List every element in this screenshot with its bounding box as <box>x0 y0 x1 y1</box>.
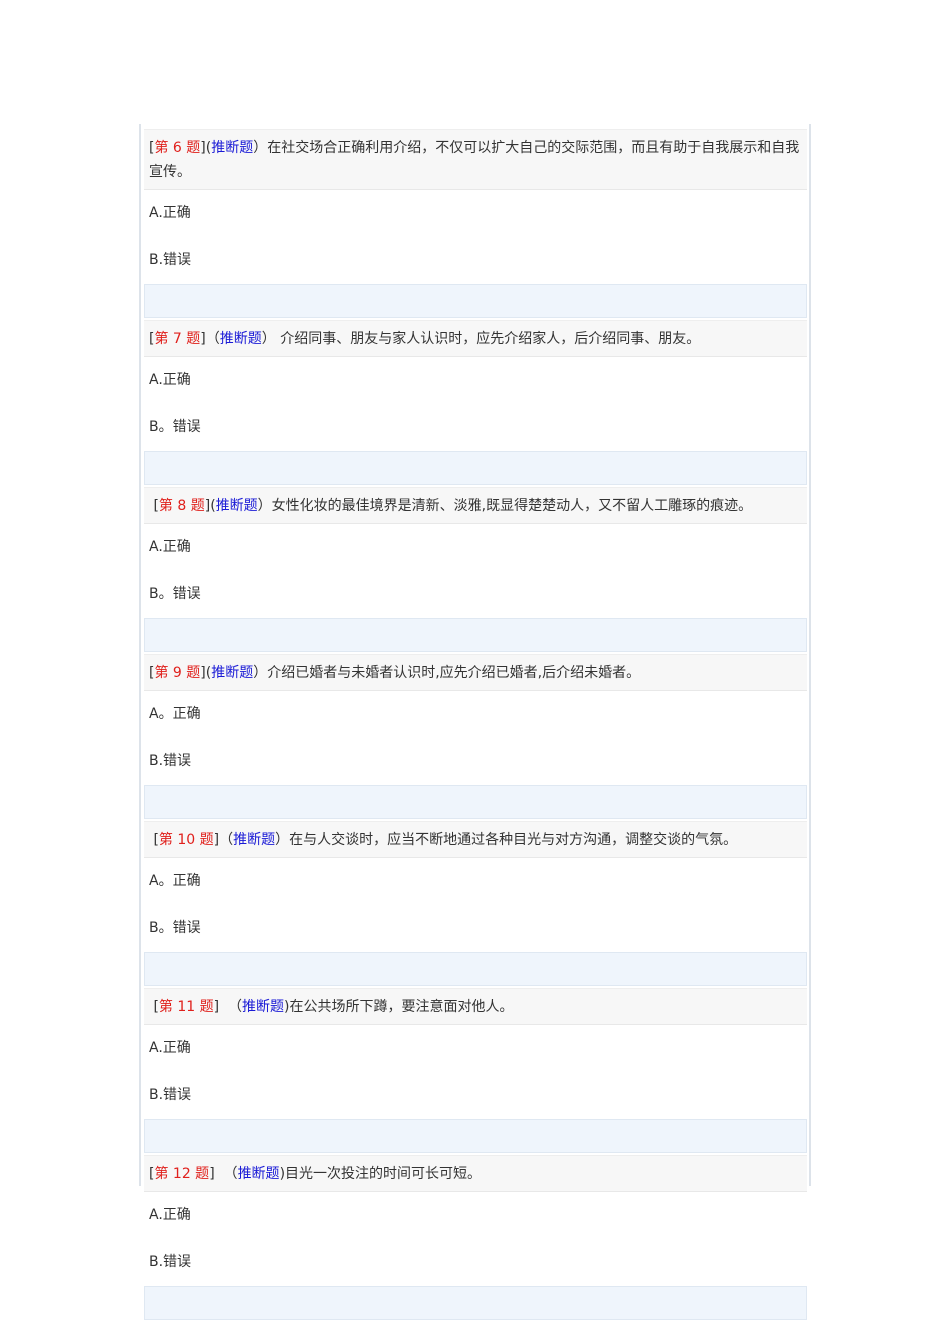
question-type: 推断题 <box>219 331 262 347</box>
question-text: 目光一次投注的时间可长可短。 <box>285 1166 482 1182</box>
bracket: ]( <box>200 140 212 156</box>
question-header: [第 11 题] （推断题)在公共场所下蹲，要注意面对他人。 <box>144 988 807 1025</box>
question-number: 第 11 题 <box>158 999 214 1015</box>
question-block: [第 8 题](推断题）女性化妆的最佳境界是清新、淡雅,既显得楚楚动人，又不留人… <box>144 487 807 652</box>
question-type: 推断题 <box>237 1166 280 1182</box>
answer-area <box>144 952 807 986</box>
question-block: [第 11 题] （推断题)在公共场所下蹲，要注意面对他人。 A.正确 B.错误 <box>144 988 807 1153</box>
bracket: ]( <box>200 665 212 681</box>
bracket: ） <box>261 331 281 347</box>
bracket: ] （ <box>213 999 243 1015</box>
option-a[interactable]: A。正确 <box>144 691 807 738</box>
question-number: 第 12 题 <box>154 1166 210 1182</box>
question-header: [第 10 题]（推断题）在与人交谈时，应当不断地通过各种目光与对方沟通，调整交… <box>144 821 807 858</box>
option-a[interactable]: A.正确 <box>144 524 807 571</box>
bracket: [ <box>149 498 159 514</box>
question-block: [第 9 题](推断题）介绍已婚者与未婚者认识时,应先介绍已婚者,后介绍未婚者。… <box>144 654 807 819</box>
question-header: [第 6 题](推断题）在社交场合正确利用介绍，不仅可以扩大自己的交际范围，而且… <box>144 129 807 190</box>
question-number: 第 6 题 <box>154 140 201 156</box>
question-type: 推断题 <box>211 140 254 156</box>
question-block: [第 6 题](推断题）在社交场合正确利用介绍，不仅可以扩大自己的交际范围，而且… <box>144 129 807 318</box>
bracket: ） <box>275 832 290 848</box>
bracket: ]（ <box>213 832 234 848</box>
answer-area <box>144 1286 807 1320</box>
question-type: 推断题 <box>233 832 276 848</box>
bracket: ]( <box>204 498 216 514</box>
answer-area <box>144 618 807 652</box>
question-number: 第 7 题 <box>154 331 201 347</box>
question-block: [第 7 题]（推断题） 介绍同事、朋友与家人认识时，应先介绍家人，后介绍同事、… <box>144 320 807 485</box>
question-text: 在与人交谈时，应当不断地通过各种目光与对方沟通，调整交谈的气氛。 <box>289 832 738 848</box>
option-a[interactable]: A.正确 <box>144 357 807 404</box>
question-header: [第 7 题]（推断题） 介绍同事、朋友与家人认识时，应先介绍家人，后介绍同事、… <box>144 320 807 357</box>
question-number: 第 9 题 <box>154 665 201 681</box>
option-b[interactable]: B。错误 <box>144 571 807 618</box>
option-b[interactable]: B。错误 <box>144 404 807 451</box>
answer-area <box>144 1119 807 1153</box>
question-header: [第 8 题](推断题）女性化妆的最佳境界是清新、淡雅,既显得楚楚动人，又不留人… <box>144 487 807 524</box>
question-block: [第 10 题]（推断题）在与人交谈时，应当不断地通过各种目光与对方沟通，调整交… <box>144 821 807 986</box>
question-text: 女性化妆的最佳境界是清新、淡雅,既显得楚楚动人，又不留人工雕琢的痕迹。 <box>271 498 753 514</box>
question-text: 在公共场所下蹲，要注意面对他人。 <box>289 999 514 1015</box>
option-b[interactable]: B.错误 <box>144 1072 807 1119</box>
bracket: [ <box>149 999 159 1015</box>
question-header: [第 12 题] （推断题)目光一次投注的时间可长可短。 <box>144 1155 807 1192</box>
question-text: 介绍同事、朋友与家人认识时，应先介绍家人，后介绍同事、朋友。 <box>280 331 701 347</box>
question-number: 第 8 题 <box>158 498 205 514</box>
question-number: 第 10 题 <box>158 832 214 848</box>
question-list: [第 6 题](推断题）在社交场合正确利用介绍，不仅可以扩大自己的交际范围，而且… <box>139 124 811 1320</box>
option-a[interactable]: A.正确 <box>144 190 807 237</box>
question-type: 推断题 <box>211 665 254 681</box>
question-text: 介绍已婚者与未婚者认识时,应先介绍已婚者,后介绍未婚者。 <box>267 665 641 681</box>
bracket: [ <box>149 832 159 848</box>
bracket: ] （ <box>209 1166 238 1182</box>
bracket: ） <box>253 665 268 681</box>
question-type: 推断题 <box>242 999 285 1015</box>
answer-area <box>144 785 807 819</box>
answer-area <box>144 284 807 318</box>
option-a[interactable]: A.正确 <box>144 1025 807 1072</box>
answer-area <box>144 451 807 485</box>
option-b[interactable]: B.错误 <box>144 1239 807 1286</box>
option-a[interactable]: A.正确 <box>144 1192 807 1239</box>
bracket: ]（ <box>200 331 220 347</box>
question-header: [第 9 题](推断题）介绍已婚者与未婚者认识时,应先介绍已婚者,后介绍未婚者。 <box>144 654 807 691</box>
option-b[interactable]: B.错误 <box>144 237 807 284</box>
question-block: [第 12 题] （推断题)目光一次投注的时间可长可短。 A.正确 B.错误 <box>144 1155 807 1320</box>
option-a[interactable]: A。正确 <box>144 858 807 905</box>
option-b[interactable]: B.错误 <box>144 738 807 785</box>
option-b[interactable]: B。错误 <box>144 905 807 952</box>
bracket: ） <box>257 498 272 514</box>
bracket: ） <box>253 140 268 156</box>
question-type: 推断题 <box>215 498 258 514</box>
